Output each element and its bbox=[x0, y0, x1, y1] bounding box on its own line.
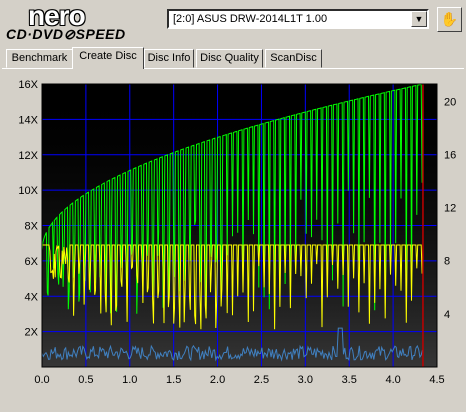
y-left-tick-label: 2X bbox=[25, 327, 39, 339]
y-right-tick-label: 4 bbox=[444, 309, 450, 321]
x-tick-label: 1.0 bbox=[122, 374, 137, 386]
status-bar bbox=[0, 399, 466, 407]
x-tick-label: 2.0 bbox=[210, 374, 225, 386]
x-tick-label: 4.5 bbox=[429, 374, 444, 386]
y-left-tick-label: 6X bbox=[25, 256, 39, 268]
y-left-tick-label: 16X bbox=[18, 79, 38, 91]
eject-button[interactable]: ✋ bbox=[437, 7, 462, 32]
x-tick-label: 3.5 bbox=[342, 374, 357, 386]
y-right-tick-label: 12 bbox=[444, 203, 456, 215]
tab-scandisc[interactable]: ScanDisc bbox=[265, 49, 322, 68]
app-header: nero CD·DVD⊘SPEED [2:0] ASUS DRW-2014L1T… bbox=[0, 0, 466, 44]
x-tick-label: 1.5 bbox=[166, 374, 181, 386]
drive-select[interactable]: [2:0] ASUS DRW-2014L1T 1.00 ▼ bbox=[167, 9, 429, 29]
x-tick-label: 0.0 bbox=[34, 374, 49, 386]
x-tick-label: 2.5 bbox=[254, 374, 269, 386]
tab-benchmark[interactable]: Benchmark bbox=[6, 49, 73, 68]
x-tick-label: 0.5 bbox=[78, 374, 93, 386]
y-left-tick-label: 12X bbox=[18, 150, 38, 162]
y-right-tick-label: 16 bbox=[444, 149, 456, 161]
x-tick-label: 3.0 bbox=[298, 374, 313, 386]
tab-disc-quality[interactable]: Disc Quality bbox=[196, 49, 263, 68]
y-left-tick-label: 8X bbox=[25, 221, 39, 233]
y-left-tick-label: 10X bbox=[18, 185, 38, 197]
speed-chart-svg: 2X 4X 6X 8X 10X 12X 14X 16X 4 8 12 16 20 0.0 0.5 1.0 1.5… bbox=[18, 79, 456, 386]
y-left-tick-label: 4X bbox=[25, 291, 39, 303]
nero-logo: nero CD·DVD⊘SPEED bbox=[6, 0, 156, 42]
y-left-tick-label: 14X bbox=[18, 114, 38, 126]
chevron-down-icon[interactable]: ▼ bbox=[411, 11, 427, 27]
y-right-tick-label: 20 bbox=[444, 96, 456, 108]
logo-subtitle: CD·DVD⊘SPEED bbox=[6, 26, 126, 42]
eject-icon: ✋ bbox=[440, 11, 459, 27]
x-tick-label: 4.0 bbox=[385, 374, 400, 386]
tab-create-disc[interactable]: Create Disc bbox=[72, 47, 144, 69]
tab-disc-info[interactable]: Disc Info bbox=[144, 49, 194, 68]
y-right-tick-label: 8 bbox=[444, 256, 450, 268]
drive-select-value: [2:0] ASUS DRW-2014L1T 1.00 bbox=[173, 13, 328, 25]
speed-chart: 2X 4X 6X 8X 10X 12X 14X 16X 4 8 12 16 20 0.0 0.5 1.0 1.5… bbox=[0, 76, 466, 407]
